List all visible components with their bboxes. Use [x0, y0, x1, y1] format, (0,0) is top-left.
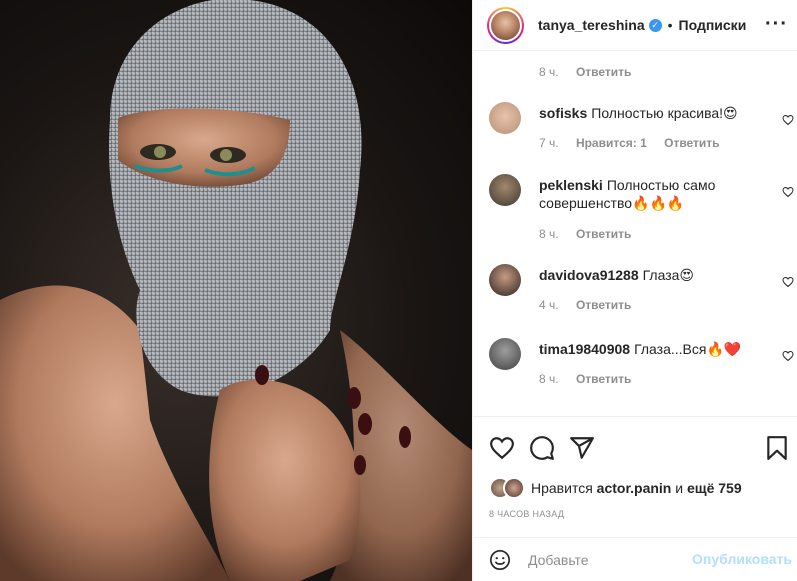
author-username[interactable]: tanya_tereshina [538, 17, 645, 33]
comment-reply-button[interactable]: Ответить [576, 372, 631, 386]
commenter-avatar[interactable] [489, 174, 521, 206]
header-separator: • [667, 17, 673, 33]
heart-icon[interactable] [782, 350, 794, 362]
instagram-post-view: tanya_tereshina ✓ • Подписки ··· 8 ч. От… [0, 0, 797, 581]
comment-time: 8 ч. [539, 227, 559, 241]
comment-composer: Опубликовать [473, 537, 797, 581]
heart-icon[interactable] [782, 114, 794, 126]
comment-time: 4 ч. [539, 298, 559, 312]
liked-by: Нравится actor.panin и ещё 759 [489, 477, 742, 499]
comment-input[interactable] [528, 550, 688, 570]
bookmark-icon[interactable] [764, 435, 790, 461]
comment-meta: 8 ч. Ответить [539, 372, 631, 386]
commenter-username[interactable]: peklenski [539, 177, 603, 193]
comments-list[interactable]: 8 ч. Ответить sofisks Полностью красива!😍… [473, 52, 797, 416]
post-side-panel: tanya_tereshina ✓ • Подписки ··· 8 ч. От… [472, 0, 797, 581]
commenter-avatar[interactable] [489, 338, 521, 370]
comment-meta: 7 ч. Нравится: 1 Ответить [539, 136, 720, 150]
liked-by-and: и [675, 480, 684, 496]
comment-likes-count[interactable]: Нравится: 1 [576, 136, 647, 150]
share-paper-plane-icon[interactable] [569, 435, 595, 461]
post-header: tanya_tereshina ✓ • Подписки ··· [473, 0, 797, 51]
heart-icon[interactable] [782, 186, 794, 198]
liked-by-avatars[interactable] [489, 477, 525, 499]
comment-content: Глаза...Вся🔥❤️ [634, 341, 742, 357]
following-button[interactable]: Подписки [679, 17, 747, 33]
verified-badge-icon: ✓ [648, 18, 662, 32]
liked-by-user[interactable]: actor.panin [597, 480, 672, 496]
liked-by-others[interactable]: ещё 759 [687, 480, 742, 496]
commenter-avatar[interactable] [489, 102, 521, 134]
post-photo-illustration [0, 0, 472, 581]
comment-text: tima19840908 Глаза...Вся🔥❤️ [539, 340, 761, 358]
comment-content: Глаза😍 [642, 267, 695, 283]
comment-text: davidova91288 Глаза😍 [539, 266, 761, 284]
post-photo[interactable] [0, 0, 472, 581]
commenter-avatar[interactable] [489, 264, 521, 296]
caption-time: 8 ч. [539, 65, 559, 79]
comment-meta: 8 ч. Ответить [539, 227, 631, 241]
commenter-username[interactable]: sofisks [539, 105, 587, 121]
commenter-username[interactable]: tima19840908 [539, 341, 630, 357]
commenter-username[interactable]: davidova91288 [539, 267, 639, 283]
post-actions: Нравится actor.panin и ещё 759 8 часов н… [473, 416, 797, 536]
heart-icon[interactable] [782, 276, 794, 288]
like-heart-icon[interactable] [489, 435, 515, 461]
more-options-icon[interactable]: ··· [765, 13, 788, 36]
comment-text: sofisks Полностью красива!😍 [539, 104, 761, 122]
caption-meta: 8 ч. Ответить [539, 65, 631, 79]
caption-reply-button[interactable]: Ответить [576, 65, 631, 79]
comment-content: Полностью красива!😍 [591, 105, 738, 121]
publish-button[interactable]: Опубликовать [692, 551, 792, 567]
comment-meta: 4 ч. Ответить [539, 298, 631, 312]
comment-time: 7 ч. [539, 136, 559, 150]
liked-by-prefix: Нравится [531, 480, 593, 496]
comment-reply-button[interactable]: Ответить [576, 227, 631, 241]
comment-bubble-icon[interactable] [529, 435, 555, 461]
post-time-ago[interactable]: 8 часов назад [489, 509, 564, 519]
comment-time: 8 ч. [539, 372, 559, 386]
author-avatar[interactable] [487, 6, 524, 44]
comment-text: peklenski Полностью само совершенство🔥🔥🔥 [539, 176, 761, 212]
comment-reply-button[interactable]: Ответить [664, 136, 719, 150]
comment-reply-button[interactable]: Ответить [576, 298, 631, 312]
emoji-icon[interactable] [489, 549, 511, 571]
